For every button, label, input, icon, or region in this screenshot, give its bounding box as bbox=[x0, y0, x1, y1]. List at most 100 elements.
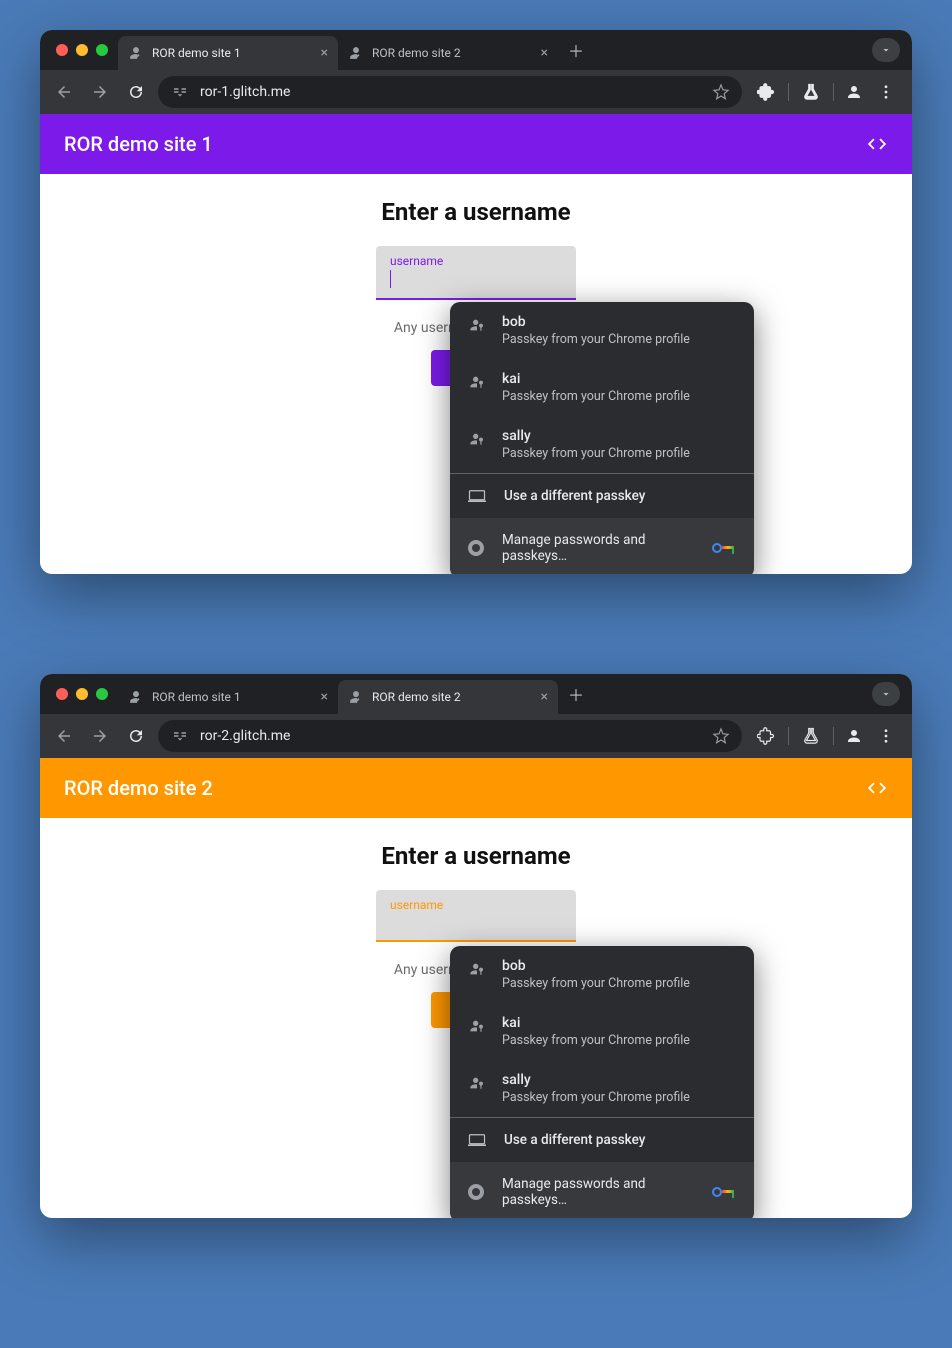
tab-2[interactable]: ROR demo site 2 × bbox=[338, 680, 558, 714]
passkey-favicon-icon bbox=[128, 45, 144, 61]
tab-title: ROR demo site 1 bbox=[152, 46, 241, 60]
close-tab-icon[interactable]: × bbox=[321, 689, 328, 705]
passkey-entry[interactable]: kai Passkey from your Chrome profile bbox=[450, 359, 754, 416]
forward-button[interactable] bbox=[86, 78, 114, 106]
browser-window-2: ROR demo site 1 × ROR demo site 2 × ＋ bbox=[40, 674, 912, 1218]
tab-overflow-button[interactable] bbox=[872, 38, 900, 62]
labs-icon[interactable] bbox=[795, 720, 827, 752]
passkey-name: kai bbox=[502, 1015, 690, 1031]
device-icon bbox=[468, 489, 486, 503]
passkey-entry[interactable]: sally Passkey from your Chrome profile bbox=[450, 416, 754, 473]
passkey-name: sally bbox=[502, 428, 690, 444]
menu-icon[interactable] bbox=[870, 720, 902, 752]
app-title: ROR demo site 2 bbox=[64, 776, 213, 800]
action-label: Use a different passkey bbox=[504, 488, 645, 504]
close-tab-icon[interactable]: × bbox=[541, 689, 548, 705]
passkey-favicon-icon bbox=[348, 689, 364, 705]
passkey-name: kai bbox=[502, 371, 690, 387]
browser-chrome: ROR demo site 1 × ROR demo site 2 × ＋ bbox=[40, 30, 912, 114]
chrome-icon bbox=[468, 540, 484, 556]
back-button[interactable] bbox=[50, 78, 78, 106]
labs-icon[interactable] bbox=[795, 76, 827, 108]
username-input[interactable]: username bbox=[376, 246, 576, 300]
tab-1[interactable]: ROR demo site 1 × bbox=[118, 36, 338, 70]
profile-button[interactable] bbox=[840, 80, 868, 104]
bookmark-star-icon[interactable] bbox=[712, 727, 730, 745]
password-key-icon bbox=[712, 541, 736, 555]
manage-label: Manage passwords and passkeys… bbox=[502, 532, 694, 564]
passkey-name: bob bbox=[502, 958, 690, 974]
tab-strip: ROR demo site 1 × ROR demo site 2 × ＋ bbox=[40, 674, 912, 714]
passkey-entry[interactable]: bob Passkey from your Chrome profile bbox=[450, 946, 754, 1003]
passkey-favicon-icon bbox=[348, 45, 364, 61]
window-controls bbox=[48, 44, 118, 56]
tab-1[interactable]: ROR demo site 1 × bbox=[118, 680, 338, 714]
address-bar[interactable]: ror-1.glitch.me bbox=[158, 76, 742, 108]
code-icon[interactable] bbox=[866, 777, 888, 799]
manage-label: Manage passwords and passkeys… bbox=[502, 1176, 694, 1208]
tab-title: ROR demo site 2 bbox=[372, 690, 461, 704]
passkey-icon bbox=[468, 316, 486, 334]
passkey-icon bbox=[468, 373, 486, 391]
new-tab-button[interactable]: ＋ bbox=[558, 682, 594, 706]
address-bar[interactable]: ror-2.glitch.me bbox=[158, 720, 742, 752]
close-window-icon[interactable] bbox=[56, 688, 68, 700]
menu-icon[interactable] bbox=[870, 76, 902, 108]
back-button[interactable] bbox=[50, 722, 78, 750]
reload-button[interactable] bbox=[122, 722, 150, 750]
passkey-icon bbox=[468, 1017, 486, 1035]
passkey-icon bbox=[468, 1074, 486, 1092]
passkey-entry[interactable]: bob Passkey from your Chrome profile bbox=[450, 302, 754, 359]
passkey-entry[interactable]: sally Passkey from your Chrome profile bbox=[450, 1060, 754, 1117]
close-tab-icon[interactable]: × bbox=[321, 45, 328, 61]
reload-button[interactable] bbox=[122, 78, 150, 106]
passkey-desc: Passkey from your Chrome profile bbox=[502, 446, 690, 461]
browser-window-1: ROR demo site 1 × ROR demo site 2 × ＋ bbox=[40, 30, 912, 574]
passkey-favicon-icon bbox=[128, 689, 144, 705]
separator bbox=[788, 727, 789, 745]
passkey-desc: Passkey from your Chrome profile bbox=[502, 332, 690, 347]
passkey-popup: bob Passkey from your Chrome profile kai… bbox=[450, 302, 754, 574]
passkey-name: sally bbox=[502, 1072, 690, 1088]
tab-overflow-button[interactable] bbox=[872, 682, 900, 706]
extensions-icon[interactable] bbox=[750, 76, 782, 108]
bookmark-star-icon[interactable] bbox=[712, 83, 730, 101]
minimize-window-icon[interactable] bbox=[76, 688, 88, 700]
manage-passwords[interactable]: Manage passwords and passkeys… bbox=[450, 518, 754, 574]
code-icon[interactable] bbox=[866, 133, 888, 155]
window-controls bbox=[48, 688, 118, 700]
use-different-passkey[interactable]: Use a different passkey bbox=[450, 474, 754, 518]
separator bbox=[788, 83, 789, 101]
site-info-icon[interactable] bbox=[170, 82, 190, 102]
password-key-icon bbox=[712, 1185, 736, 1199]
manage-passwords[interactable]: Manage passwords and passkeys… bbox=[450, 1162, 754, 1218]
url-text: ror-2.glitch.me bbox=[200, 728, 290, 744]
text-caret bbox=[390, 270, 391, 288]
tab-2[interactable]: ROR demo site 2 × bbox=[338, 36, 558, 70]
passkey-entry[interactable]: kai Passkey from your Chrome profile bbox=[450, 1003, 754, 1060]
device-icon bbox=[468, 1133, 486, 1147]
page-content: Enter a username username Any username i… bbox=[40, 174, 912, 574]
extensions-icon[interactable] bbox=[750, 720, 782, 752]
username-input[interactable]: username bbox=[376, 890, 576, 942]
tab-strip: ROR demo site 1 × ROR demo site 2 × ＋ bbox=[40, 30, 912, 70]
passkey-icon bbox=[468, 960, 486, 978]
minimize-window-icon[interactable] bbox=[76, 44, 88, 56]
new-tab-button[interactable]: ＋ bbox=[558, 38, 594, 62]
app-header: ROR demo site 2 bbox=[40, 758, 912, 818]
forward-button[interactable] bbox=[86, 722, 114, 750]
use-different-passkey[interactable]: Use a different passkey bbox=[450, 1118, 754, 1162]
fullscreen-window-icon[interactable] bbox=[96, 688, 108, 700]
form-title: Enter a username bbox=[381, 842, 570, 870]
profile-button[interactable] bbox=[840, 724, 868, 748]
passkey-name: bob bbox=[502, 314, 690, 330]
fullscreen-window-icon[interactable] bbox=[96, 44, 108, 56]
site-info-icon[interactable] bbox=[170, 726, 190, 746]
close-tab-icon[interactable]: × bbox=[541, 45, 548, 61]
action-label: Use a different passkey bbox=[504, 1132, 645, 1148]
input-label: username bbox=[390, 254, 562, 268]
chrome-icon bbox=[468, 1184, 484, 1200]
url-text: ror-1.glitch.me bbox=[200, 84, 290, 100]
toolbar-right bbox=[750, 720, 902, 752]
close-window-icon[interactable] bbox=[56, 44, 68, 56]
